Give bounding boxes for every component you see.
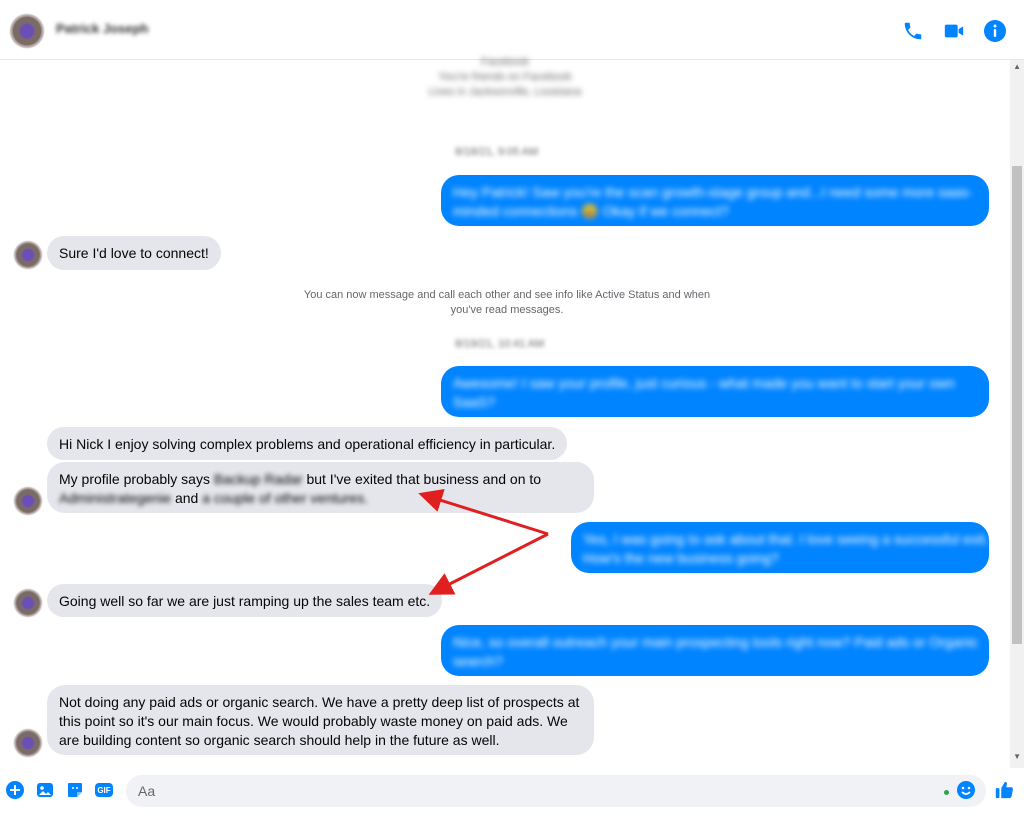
incoming-message[interactable]: Going well so far we are just ramping up… (47, 584, 443, 617)
incoming-message[interactable]: Sure I'd love to connect! (47, 236, 221, 270)
outgoing-message[interactable]: Awesome! I saw your profile, just curiou… (441, 366, 989, 417)
gif-icon[interactable]: GIF (94, 780, 114, 800)
contact-avatar[interactable] (14, 589, 42, 617)
message-line: Awesome! I saw your profile, just curiou… (453, 375, 955, 391)
outgoing-message[interactable]: Yes, I was going to ask about that. I lo… (571, 522, 989, 573)
plus-icon[interactable] (5, 780, 25, 800)
message-text: and (171, 490, 203, 506)
annotation-arrow (428, 532, 549, 595)
thumbs-up-icon[interactable] (994, 780, 1014, 800)
contact-avatar[interactable] (14, 729, 42, 757)
scrollbar-thumb[interactable] (1012, 166, 1022, 644)
contact-avatar[interactable] (10, 14, 44, 48)
intro-line: Facebook (480, 56, 530, 68)
video-camera-icon[interactable] (941, 18, 967, 44)
message-line: Hey Patrick! Saw you're the scan growth-… (453, 184, 973, 200)
conversation-header: Patrick Joseph (0, 0, 1024, 60)
intro-line: You're friends on Facebook (438, 71, 572, 83)
message-line: this point so it's our main focus. We wo… (59, 713, 568, 729)
scroll-down-arrow[interactable]: ▼ (1013, 752, 1021, 761)
notice-line: You can now message and call each other … (303, 289, 711, 301)
contact-name[interactable]: Patrick Joseph (56, 21, 149, 36)
message-line: How's the new business going? (583, 550, 779, 566)
message-line: Not doing any paid ads or organic search… (59, 694, 580, 710)
redacted-text: Backup Radar (213, 471, 303, 487)
contact-avatar[interactable] (14, 487, 42, 515)
emoji-icon[interactable] (956, 780, 976, 800)
message-line: Yes, I was going to ask about that. I lo… (583, 531, 989, 547)
message-line: Nice, so overall outreach your main pros… (453, 634, 979, 650)
message-text: My profile probably says (59, 471, 214, 487)
connection-notice: You can now message and call each other … (262, 288, 752, 318)
sticker-icon[interactable] (65, 780, 85, 800)
incoming-message[interactable]: My profile probably says Backup Radar bu… (47, 462, 594, 513)
phone-icon[interactable] (900, 18, 926, 44)
contact-avatar[interactable] (14, 241, 42, 269)
outgoing-message[interactable]: Nice, so overall outreach your main pros… (441, 625, 989, 676)
redacted-text: a couple of other ventures. (202, 490, 368, 506)
timestamp: 8/19/21, 10:41 AM (455, 338, 545, 350)
message-line: SaaS? (453, 394, 496, 410)
outgoing-message[interactable]: Hey Patrick! Saw you're the scan growth-… (441, 175, 989, 226)
online-dot (944, 790, 949, 795)
image-icon[interactable] (35, 780, 55, 800)
message-input[interactable] (126, 775, 986, 807)
scroll-up-arrow[interactable]: ▲ (1013, 62, 1021, 71)
message-text: Sure I'd love to connect! (59, 245, 209, 261)
info-icon[interactable] (982, 18, 1008, 44)
incoming-message[interactable]: Hi Nick I enjoy solving complex problems… (47, 427, 568, 460)
notice-line: you've read messages. (450, 304, 564, 316)
message-line: search? (453, 653, 503, 669)
incoming-message[interactable]: Not doing any paid ads or organic search… (47, 685, 594, 755)
gif-label: GIF (97, 785, 111, 795)
message-text: Going well so far we are just ramping up… (59, 593, 431, 609)
message-line: are building content so organic search s… (59, 732, 500, 748)
redacted-text: Administrategenie (59, 490, 172, 506)
message-text: Hi Nick I enjoy solving complex problems… (59, 436, 556, 452)
intro-line: Lives in Jacksonville, Louisiana (428, 86, 582, 98)
message-text: but I've exited that business and on to (302, 471, 542, 487)
message-line: minded connections 😃 Okay if we connect? (453, 203, 729, 219)
timestamp: 8/18/21, 9:05 AM (455, 146, 539, 158)
intro-info: Facebook You're friends on Facebook Live… (380, 55, 630, 100)
